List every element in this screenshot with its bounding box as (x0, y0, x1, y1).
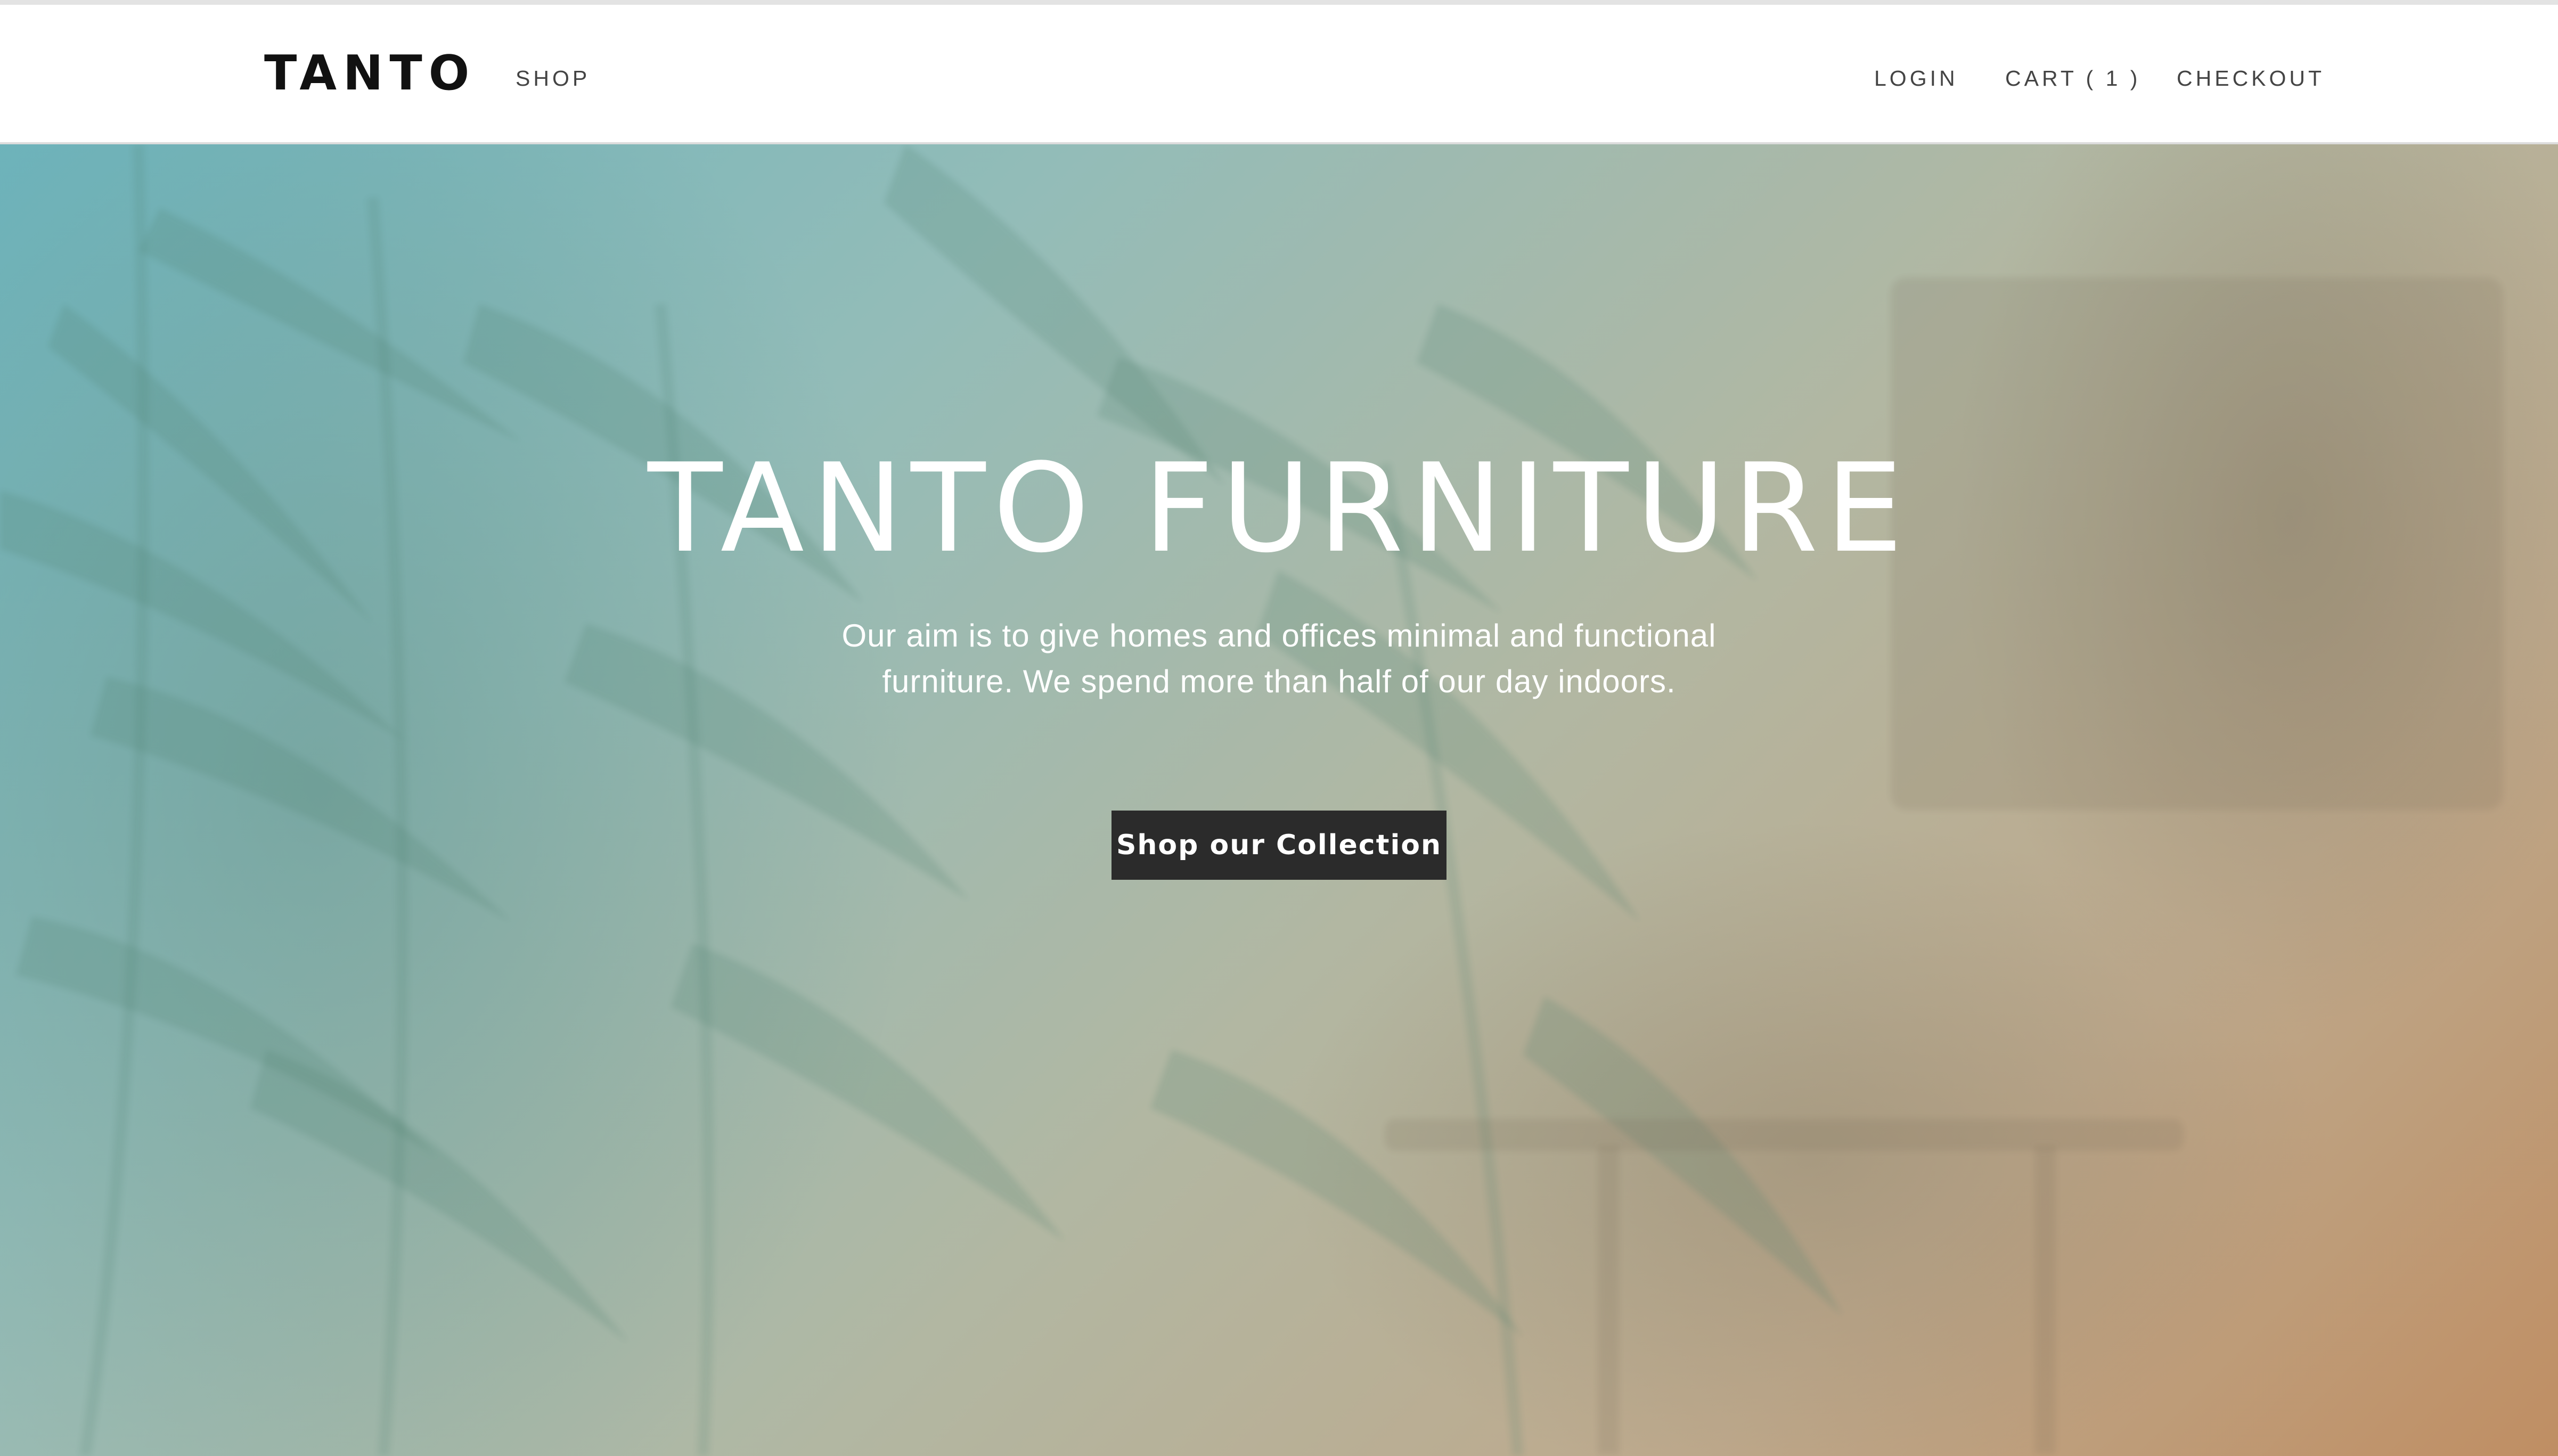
nav-shop-link[interactable]: SHOP (516, 66, 590, 91)
nav-cart-link[interactable]: CART ( 1 ) (2005, 66, 2140, 91)
hero-title: TANTO FURNITURE (648, 438, 1910, 580)
hero-banner: TANTO FURNITURE Our aim is to give homes… (0, 144, 2558, 1456)
bamboo-plant-illustration (0, 144, 2503, 1456)
hero-subtitle: Our aim is to give homes and offices min… (735, 613, 1823, 705)
shop-collection-button[interactable]: Shop our Collection (1112, 811, 1446, 880)
hero-subtitle-line: furniture. We spend more than half of ou… (882, 664, 1676, 699)
browser-top-rule (0, 0, 2558, 5)
hero-subtitle-line: Our aim is to give homes and offices min… (841, 618, 1717, 653)
nav-checkout-link[interactable]: CHECKOUT (2177, 66, 2325, 91)
nav-login-link[interactable]: LOGIN (1874, 66, 1958, 91)
site-logo[interactable]: TANTO (264, 47, 476, 100)
site-header: TANTO SHOP LOGIN CART ( 1 ) CHECKOUT (0, 5, 2558, 144)
